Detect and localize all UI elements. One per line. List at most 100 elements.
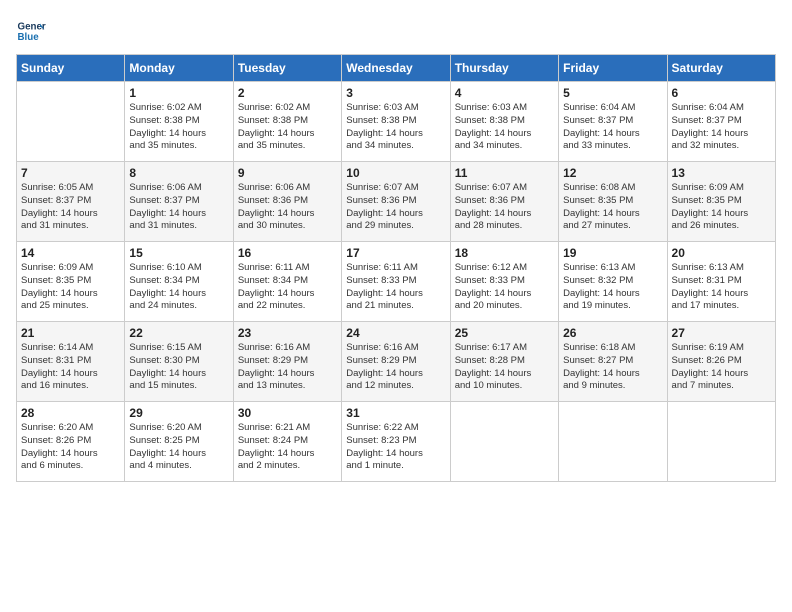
day-info: Sunrise: 6:10 AM Sunset: 8:34 PM Dayligh… xyxy=(129,262,228,313)
calendar-cell: 10 Sunrise: 6:07 AM Sunset: 8:36 PM Dayli… xyxy=(342,162,450,242)
logo: General Blue xyxy=(16,16,46,46)
calendar-week-row: 7 Sunrise: 6:05 AM Sunset: 8:37 PM Daylig… xyxy=(17,162,776,242)
day-info: Sunrise: 6:17 AM Sunset: 8:28 PM Dayligh… xyxy=(455,342,554,393)
calendar-cell: 26Sunrise: 6:18 AM Sunset: 8:27 PM Dayli… xyxy=(559,322,667,402)
logo-icon: General Blue xyxy=(16,16,46,46)
day-info: Sunrise: 6:20 AM Sunset: 8:26 PM Dayligh… xyxy=(21,422,120,473)
day-info: Sunrise: 6:20 AM Sunset: 8:25 PM Dayligh… xyxy=(129,422,228,473)
weekday-header-cell: Saturday xyxy=(667,55,775,82)
day-number: 24 xyxy=(346,326,445,340)
day-info: Sunrise: 6:06 AM Sunset: 8:36 PM Dayligh… xyxy=(238,182,337,233)
day-info: Sunrise: 6:13 AM Sunset: 8:32 PM Dayligh… xyxy=(563,262,662,313)
day-number: 18 xyxy=(455,246,554,260)
day-number: 10 xyxy=(346,166,445,180)
calendar-week-row: 28 Sunrise: 6:20 AM Sunset: 8:26 PM Dayli… xyxy=(17,402,776,482)
day-info: Sunrise: 6:22 AM Sunset: 8:23 PM Dayligh… xyxy=(346,422,445,473)
weekday-header-cell: Friday xyxy=(559,55,667,82)
calendar-cell: 23 Sunrise: 6:16 AM Sunset: 8:29 PM Dayli… xyxy=(233,322,341,402)
day-info: Sunrise: 6:09 AM Sunset: 8:35 PM Dayligh… xyxy=(21,262,120,313)
day-number: 30 xyxy=(238,406,337,420)
calendar-cell: 9 Sunrise: 6:06 AM Sunset: 8:36 PM Daylig… xyxy=(233,162,341,242)
day-number: 21 xyxy=(21,326,120,340)
day-info: Sunrise: 6:15 AM Sunset: 8:30 PM Dayligh… xyxy=(129,342,228,393)
calendar-cell xyxy=(667,402,775,482)
day-number: 4 xyxy=(455,86,554,100)
calendar-cell: 25 Sunrise: 6:17 AM Sunset: 8:28 PM Dayli… xyxy=(450,322,558,402)
calendar-body: 1 Sunrise: 6:02 AM Sunset: 8:38 PM Daylig… xyxy=(17,82,776,482)
calendar-cell: 21 Sunrise: 6:14 AM Sunset: 8:31 PM Dayli… xyxy=(17,322,125,402)
weekday-header-cell: Monday xyxy=(125,55,233,82)
day-info: Sunrise: 6:11 AM Sunset: 8:34 PM Dayligh… xyxy=(238,262,337,313)
day-info: Sunrise: 6:21 AM Sunset: 8:24 PM Dayligh… xyxy=(238,422,337,473)
day-info: Sunrise: 6:19 AM Sunset: 8:26 PM Dayligh… xyxy=(672,342,771,393)
calendar-cell: 14 Sunrise: 6:09 AM Sunset: 8:35 PM Dayli… xyxy=(17,242,125,322)
calendar-cell: 15Sunrise: 6:10 AM Sunset: 8:34 PM Dayli… xyxy=(125,242,233,322)
day-number: 28 xyxy=(21,406,120,420)
day-number: 3 xyxy=(346,86,445,100)
day-info: Sunrise: 6:07 AM Sunset: 8:36 PM Dayligh… xyxy=(455,182,554,233)
day-number: 25 xyxy=(455,326,554,340)
day-number: 8 xyxy=(129,166,228,180)
day-number: 13 xyxy=(672,166,771,180)
calendar-cell: 27Sunrise: 6:19 AM Sunset: 8:26 PM Dayli… xyxy=(667,322,775,402)
svg-text:Blue: Blue xyxy=(18,32,40,43)
calendar-cell: 22 Sunrise: 6:15 AM Sunset: 8:30 PM Dayli… xyxy=(125,322,233,402)
day-info: Sunrise: 6:03 AM Sunset: 8:38 PM Dayligh… xyxy=(455,102,554,153)
day-number: 23 xyxy=(238,326,337,340)
calendar-cell: 11 Sunrise: 6:07 AM Sunset: 8:36 PM Dayli… xyxy=(450,162,558,242)
calendar-cell: 12 Sunrise: 6:08 AM Sunset: 8:35 PM Dayli… xyxy=(559,162,667,242)
day-number: 20 xyxy=(672,246,771,260)
calendar-cell: 16Sunrise: 6:11 AM Sunset: 8:34 PM Dayli… xyxy=(233,242,341,322)
calendar-cell: 7 Sunrise: 6:05 AM Sunset: 8:37 PM Daylig… xyxy=(17,162,125,242)
calendar-cell: 2 Sunrise: 6:02 AM Sunset: 8:38 PM Daylig… xyxy=(233,82,341,162)
calendar-week-row: 14 Sunrise: 6:09 AM Sunset: 8:35 PM Dayli… xyxy=(17,242,776,322)
calendar-cell: 8 Sunrise: 6:06 AM Sunset: 8:37 PM Daylig… xyxy=(125,162,233,242)
day-number: 19 xyxy=(563,246,662,260)
calendar-week-row: 21 Sunrise: 6:14 AM Sunset: 8:31 PM Dayli… xyxy=(17,322,776,402)
day-info: Sunrise: 6:12 AM Sunset: 8:33 PM Dayligh… xyxy=(455,262,554,313)
day-number: 14 xyxy=(21,246,120,260)
calendar-cell: 19 Sunrise: 6:13 AM Sunset: 8:32 PM Dayli… xyxy=(559,242,667,322)
calendar-week-row: 1 Sunrise: 6:02 AM Sunset: 8:38 PM Daylig… xyxy=(17,82,776,162)
day-info: Sunrise: 6:02 AM Sunset: 8:38 PM Dayligh… xyxy=(129,102,228,153)
calendar-cell: 31 Sunrise: 6:22 AM Sunset: 8:23 PM Dayli… xyxy=(342,402,450,482)
calendar-cell: 1 Sunrise: 6:02 AM Sunset: 8:38 PM Daylig… xyxy=(125,82,233,162)
day-number: 17 xyxy=(346,246,445,260)
weekday-header-cell: Tuesday xyxy=(233,55,341,82)
day-info: Sunrise: 6:05 AM Sunset: 8:37 PM Dayligh… xyxy=(21,182,120,233)
day-number: 1 xyxy=(129,86,228,100)
day-info: Sunrise: 6:04 AM Sunset: 8:37 PM Dayligh… xyxy=(672,102,771,153)
calendar-cell xyxy=(450,402,558,482)
day-number: 31 xyxy=(346,406,445,420)
day-info: Sunrise: 6:04 AM Sunset: 8:37 PM Dayligh… xyxy=(563,102,662,153)
day-info: Sunrise: 6:16 AM Sunset: 8:29 PM Dayligh… xyxy=(346,342,445,393)
day-number: 11 xyxy=(455,166,554,180)
day-info: Sunrise: 6:02 AM Sunset: 8:38 PM Dayligh… xyxy=(238,102,337,153)
day-number: 29 xyxy=(129,406,228,420)
day-info: Sunrise: 6:03 AM Sunset: 8:38 PM Dayligh… xyxy=(346,102,445,153)
day-number: 6 xyxy=(672,86,771,100)
calendar-table: SundayMondayTuesdayWednesdayThursdayFrid… xyxy=(16,54,776,482)
day-info: Sunrise: 6:14 AM Sunset: 8:31 PM Dayligh… xyxy=(21,342,120,393)
day-number: 5 xyxy=(563,86,662,100)
calendar-cell xyxy=(559,402,667,482)
calendar-cell xyxy=(17,82,125,162)
day-info: Sunrise: 6:09 AM Sunset: 8:35 PM Dayligh… xyxy=(672,182,771,233)
calendar-cell: 4 Sunrise: 6:03 AM Sunset: 8:38 PM Daylig… xyxy=(450,82,558,162)
calendar-cell: 3 Sunrise: 6:03 AM Sunset: 8:38 PM Daylig… xyxy=(342,82,450,162)
day-number: 7 xyxy=(21,166,120,180)
day-info: Sunrise: 6:16 AM Sunset: 8:29 PM Dayligh… xyxy=(238,342,337,393)
day-number: 9 xyxy=(238,166,337,180)
day-info: Sunrise: 6:06 AM Sunset: 8:37 PM Dayligh… xyxy=(129,182,228,233)
calendar-cell: 13 Sunrise: 6:09 AM Sunset: 8:35 PM Dayli… xyxy=(667,162,775,242)
day-info: Sunrise: 6:11 AM Sunset: 8:33 PM Dayligh… xyxy=(346,262,445,313)
page-header: General Blue xyxy=(16,16,776,46)
calendar-cell: 29 Sunrise: 6:20 AM Sunset: 8:25 PM Dayli… xyxy=(125,402,233,482)
day-number: 22 xyxy=(129,326,228,340)
day-info: Sunrise: 6:07 AM Sunset: 8:36 PM Dayligh… xyxy=(346,182,445,233)
day-number: 12 xyxy=(563,166,662,180)
day-info: Sunrise: 6:18 AM Sunset: 8:27 PM Dayligh… xyxy=(563,342,662,393)
day-info: Sunrise: 6:08 AM Sunset: 8:35 PM Dayligh… xyxy=(563,182,662,233)
weekday-header-cell: Thursday xyxy=(450,55,558,82)
day-number: 2 xyxy=(238,86,337,100)
